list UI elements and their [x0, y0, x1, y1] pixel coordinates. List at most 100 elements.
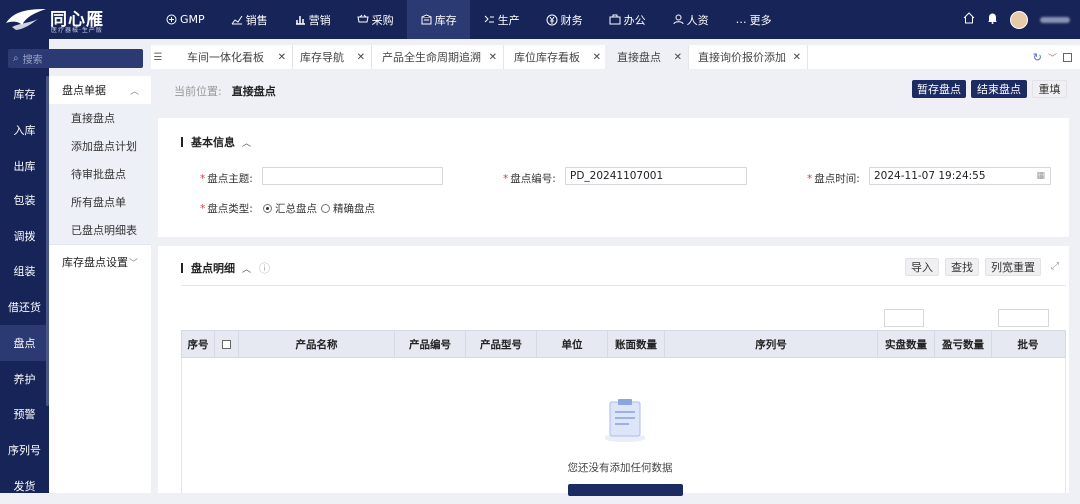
- subnav-group-stocktake-docs[interactable]: 盘点单据 ︿: [49, 76, 151, 104]
- refresh-icon[interactable]: ↻: [1033, 51, 1042, 64]
- top-bar: 同心雁 医疗器械·生产版 GMP 销售 营销 采购 库存 生产 财务 办公 人资…: [0, 0, 1080, 39]
- breadcrumb-current: 直接盘点: [231, 85, 276, 98]
- home-icon[interactable]: [963, 12, 975, 27]
- person-icon: [672, 13, 685, 26]
- sidebar-item-serial[interactable]: 序列号: [0, 432, 49, 468]
- sub-nav: 盘点单据 ︿ 直接盘点 添加盘点计划 待审批盘点 所有盘点单 已盘点明细表 库存盘…: [49, 76, 151, 493]
- nav-label: 采购: [371, 13, 394, 27]
- brand-logo[interactable]: 同心雁 医疗器械·生产版: [0, 0, 150, 39]
- nav-finance[interactable]: 财务: [533, 0, 596, 39]
- type-label-text: 盘点类型:: [207, 203, 253, 215]
- reset-column-width-button[interactable]: 列宽重置: [985, 258, 1041, 276]
- chevron-up-icon: ︿: [242, 138, 252, 149]
- time-label-text: 盘点时间:: [814, 173, 860, 185]
- nav-purchase[interactable]: 采购: [344, 0, 407, 39]
- username-blurred[interactable]: [1040, 16, 1070, 23]
- sidebar-item-shipping[interactable]: 发货: [0, 468, 49, 504]
- required-marker: *: [200, 203, 206, 215]
- nav-marketing[interactable]: 营销: [281, 0, 344, 39]
- tab-tools: ↻ ﹀: [1033, 45, 1072, 69]
- subnav-item-all-stocktakes[interactable]: 所有盘点单: [49, 188, 151, 216]
- calendar-icon[interactable]: ▦: [1036, 171, 1045, 181]
- close-icon[interactable]: ✕: [793, 52, 801, 63]
- brand-tagline: 医疗器械·生产版: [51, 27, 103, 34]
- bell-icon[interactable]: [987, 12, 998, 27]
- sidebar-item-packaging[interactable]: 包装: [0, 182, 49, 218]
- add-data-button[interactable]: [568, 484, 683, 496]
- nav-label: 更多: [749, 13, 772, 27]
- time-label: * 盘点时间:: [807, 171, 860, 186]
- close-icon[interactable]: ✕: [489, 52, 497, 63]
- clipboard-empty-icon: [605, 399, 645, 442]
- sidebar-item-stocktake[interactable]: 盘点: [0, 325, 49, 361]
- nav-sales[interactable]: 销售: [218, 0, 281, 39]
- time-value: 2024-11-07 19:24:55: [874, 170, 986, 182]
- subnav-item-add-plan[interactable]: 添加盘点计划: [49, 132, 151, 160]
- checkbox[interactable]: [222, 340, 231, 349]
- sidebar-item-transfer[interactable]: 调拨: [0, 218, 49, 254]
- nav-production[interactable]: 生产: [470, 0, 533, 39]
- subnav-group-settings[interactable]: 库存盘点设置 ﹀: [49, 248, 151, 276]
- sidebar-item-warning[interactable]: 预警: [0, 396, 49, 432]
- finish-stocktake-button[interactable]: 结束盘点: [971, 80, 1027, 98]
- subnav-item-detail-report[interactable]: 已盘点明细表: [49, 216, 151, 244]
- find-button[interactable]: 查找: [945, 258, 979, 276]
- tab-bar: ☰ 车间一体化看板 ✕ 库存导航 ✕ 产品全生命周期追溯 ✕ 库位库存看板 ✕ 直接盘点…: [151, 45, 1080, 69]
- close-icon[interactable]: ✕: [278, 52, 286, 63]
- nav-office[interactable]: 办公: [596, 0, 659, 39]
- subnav-item-direct-stocktake[interactable]: 直接盘点: [49, 104, 151, 132]
- tab-label: 产品全生命周期追溯: [382, 51, 481, 64]
- radio-summary[interactable]: 汇总盘点: [263, 201, 317, 216]
- tab-lifecycle-trace[interactable]: 产品全生命周期追溯 ✕: [370, 45, 504, 69]
- nav-inventory[interactable]: 库存: [406, 0, 470, 39]
- time-input[interactable]: 2024-11-07 19:24:55 ▦: [869, 167, 1051, 185]
- tab-workshop-board[interactable]: 车间一体化看板 ✕: [175, 45, 293, 69]
- code-input[interactable]: PD_20241107001: [565, 167, 747, 185]
- nav-more[interactable]: … 更多: [722, 0, 785, 39]
- sidebar-item-inbound[interactable]: 入库: [0, 112, 49, 148]
- type-label: * 盘点类型:: [200, 201, 253, 216]
- radio-precise[interactable]: 精确盘点: [321, 201, 375, 216]
- col-select-all[interactable]: [215, 331, 239, 358]
- search-input[interactable]: ⌕ 搜索: [8, 49, 143, 68]
- col-product-name: 产品名称: [239, 331, 395, 358]
- fullscreen-icon[interactable]: ⤢: [1051, 261, 1059, 272]
- chevron-down-icon[interactable]: ﹀: [1048, 51, 1057, 64]
- code-label-text: 盘点编号:: [510, 173, 556, 185]
- tab-location-board[interactable]: 库位库存看板 ✕: [502, 45, 608, 69]
- sidebar-item-assembly[interactable]: 组装: [0, 253, 49, 289]
- tab-inventory-nav[interactable]: 库存导航 ✕: [288, 45, 372, 69]
- sidebar-item-outbound[interactable]: 出库: [0, 148, 49, 184]
- basic-info-title[interactable]: 基本信息 ︿: [181, 134, 251, 150]
- col-diff-qty: 盈亏数量: [935, 331, 992, 358]
- import-button[interactable]: 导入: [905, 258, 939, 276]
- column-filter-input[interactable]: [998, 309, 1049, 327]
- nav-label: 库存: [434, 13, 457, 27]
- column-filter-input[interactable]: [884, 309, 924, 327]
- maximize-icon[interactable]: [1063, 52, 1072, 62]
- sidebar-item-loan[interactable]: 借还货: [0, 289, 49, 325]
- nav-label: 人资: [686, 13, 709, 27]
- tab-quote-add[interactable]: 直接询价报价添加 ✕: [686, 45, 808, 69]
- close-icon[interactable]: ✕: [593, 52, 601, 63]
- col-product-model: 产品型号: [466, 331, 537, 358]
- reset-button[interactable]: 重填: [1032, 80, 1067, 98]
- subject-input[interactable]: [262, 167, 443, 185]
- detail-title[interactable]: 盘点明细 ︿ ⓘ: [181, 260, 270, 276]
- save-draft-button[interactable]: 暂存盘点: [912, 80, 966, 98]
- sidebar-item-inventory[interactable]: 库存: [0, 76, 49, 112]
- subnav-group-label: 盘点单据: [62, 84, 106, 97]
- col-serial: 序列号: [665, 331, 878, 358]
- collapse-menu-icon[interactable]: ☰: [151, 45, 165, 69]
- tab-direct-stocktake[interactable]: 直接盘点 ✕: [605, 45, 689, 69]
- nav-label: GMP: [180, 13, 205, 26]
- close-icon[interactable]: ✕: [674, 52, 682, 63]
- subject-label: * 盘点主题:: [200, 171, 253, 186]
- sidebar-item-maintenance[interactable]: 养护: [0, 361, 49, 397]
- info-icon[interactable]: ⓘ: [259, 260, 270, 276]
- avatar[interactable]: [1010, 10, 1028, 29]
- nav-gmp[interactable]: GMP: [152, 0, 218, 39]
- subnav-item-pending-approval[interactable]: 待审批盘点: [49, 160, 151, 188]
- close-icon[interactable]: ✕: [357, 52, 365, 63]
- nav-hr[interactable]: 人资: [659, 0, 722, 39]
